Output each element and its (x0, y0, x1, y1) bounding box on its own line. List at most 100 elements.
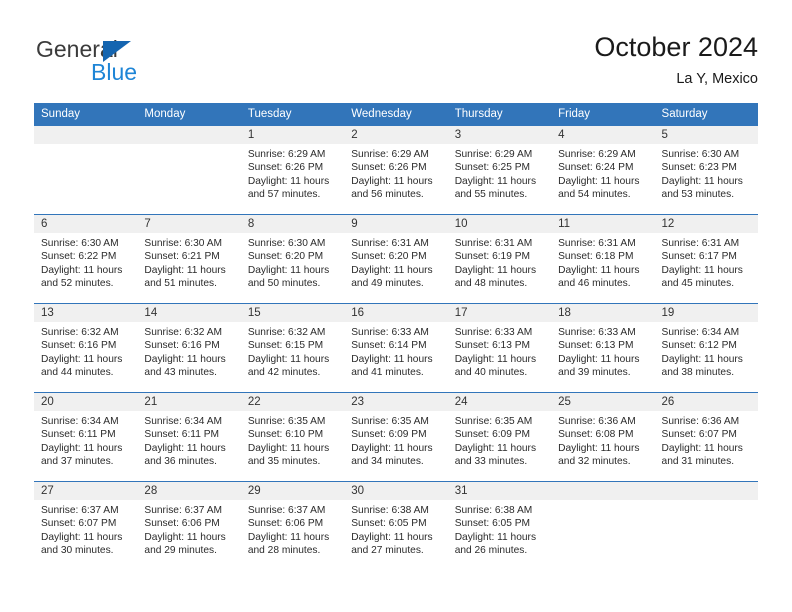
day-cell-details (34, 144, 137, 148)
day-number: 16 (344, 304, 448, 322)
day-cell[interactable]: 3 Sunrise: 6:29 AM Sunset: 6:25 PM Daylight… (447, 125, 552, 215)
day-detail-line: Sunrise: 6:34 AM (41, 416, 119, 427)
day-detail-line: and 53 minutes. (661, 189, 735, 201)
day-detail-line: Sunrise: 6:30 AM (661, 149, 740, 160)
day-cell[interactable]: 24 Sunrise: 6:35 AM Sunset: 6:09 PM Dayligh… (447, 392, 552, 482)
day-detail-line: Sunset: 6:15 PM (247, 340, 324, 352)
day-number: 22 (240, 393, 345, 411)
day-number: 23 (344, 393, 448, 411)
day-cell-details: Sunrise: 6:37 AM Sunset: 6:07 PM Daylight:… (34, 500, 137, 558)
day-detail-line: Sunrise: 6:35 AM (351, 416, 429, 427)
day-number: 24 (447, 393, 552, 411)
day-detail-line: Daylight: 11 hours (454, 442, 537, 454)
day-cell[interactable]: 10 Sunrise: 6:31 AM Sunset: 6:19 PM Dayligh… (447, 214, 552, 304)
day-cell-details: Sunrise: 6:34 AM Sunset: 6:11 PM Daylight:… (34, 411, 137, 469)
day-detail-line: Sunrise: 6:31 AM (661, 238, 740, 249)
day-cell[interactable]: 6 Sunrise: 6:30 AM Sunset: 6:22 PM Daylight… (34, 214, 138, 304)
day-detail-line: Sunrise: 6:33 AM (558, 327, 636, 338)
day-cell-details: Sunrise: 6:37 AM Sunset: 6:06 PM Daylight:… (137, 500, 240, 558)
day-detail-line: Sunset: 6:26 PM (247, 162, 324, 174)
calendar-page: General Blue October 2024 La Y, Mexico S… (0, 0, 792, 612)
day-cell[interactable]: 18 Sunrise: 6:33 AM Sunset: 6:13 PM Dayligh… (551, 303, 655, 393)
weekday-header-saturday: Saturday (654, 103, 758, 126)
day-cell[interactable]: 20 Sunrise: 6:34 AM Sunset: 6:11 PM Dayligh… (34, 392, 138, 482)
day-cell-details: Sunrise: 6:38 AM Sunset: 6:05 PM Daylight:… (344, 500, 447, 558)
day-cell[interactable]: 26 Sunrise: 6:36 AM Sunset: 6:07 PM Dayligh… (654, 392, 758, 482)
calendar-week-row: 20 Sunrise: 6:34 AM Sunset: 6:11 PM Dayligh… (34, 392, 758, 482)
day-detail-line: and 30 minutes. (41, 545, 114, 557)
day-cell-details: Sunrise: 6:35 AM Sunset: 6:09 PM Daylight:… (448, 411, 551, 469)
day-detail-line: Sunset: 6:24 PM (558, 162, 634, 174)
day-detail-line: Daylight: 11 hours (351, 353, 433, 365)
day-cell-details: Sunrise: 6:31 AM Sunset: 6:20 PM Daylight:… (344, 233, 447, 291)
day-cell-details: Sunrise: 6:34 AM Sunset: 6:11 PM Daylight:… (137, 411, 240, 469)
day-cell[interactable]: 1 Sunrise: 6:29 AM Sunset: 6:26 PM Daylight… (240, 125, 345, 215)
day-detail-line: Sunset: 6:19 PM (454, 251, 531, 263)
day-detail-line: Sunrise: 6:29 AM (454, 149, 533, 160)
day-cell[interactable]: 8 Sunrise: 6:30 AM Sunset: 6:20 PM Daylight… (240, 214, 345, 304)
day-cell[interactable]: 31 Sunrise: 6:38 AM Sunset: 6:05 PM Dayligh… (447, 481, 552, 571)
day-cell[interactable]: 27 Sunrise: 6:37 AM Sunset: 6:07 PM Dayligh… (34, 481, 138, 571)
page-title: October 2024 (594, 32, 758, 62)
day-cell[interactable]: 7 Sunrise: 6:30 AM Sunset: 6:21 PM Daylight… (137, 214, 241, 304)
day-detail-line: and 41 minutes. (351, 367, 424, 379)
day-detail-line: Daylight: 11 hours (144, 353, 226, 365)
day-cell[interactable]: 19 Sunrise: 6:34 AM Sunset: 6:12 PM Dayligh… (654, 303, 758, 393)
day-cell-details: Sunrise: 6:34 AM Sunset: 6:12 PM Daylight:… (655, 322, 758, 380)
day-cell[interactable]: 22 Sunrise: 6:35 AM Sunset: 6:10 PM Dayligh… (240, 392, 345, 482)
day-number: 26 (654, 393, 758, 411)
day-detail-line: and 31 minutes. (661, 456, 735, 468)
day-detail-line: Sunrise: 6:37 AM (144, 505, 223, 516)
day-cell[interactable]: 21 Sunrise: 6:34 AM Sunset: 6:11 PM Dayligh… (137, 392, 241, 482)
day-detail-line: Daylight: 11 hours (558, 442, 640, 454)
day-detail-line: Daylight: 11 hours (144, 264, 226, 276)
general-blue-logo[interactable]: General Blue (36, 36, 206, 88)
day-detail-line: Sunrise: 6:33 AM (454, 327, 533, 338)
day-detail-line: Daylight: 11 hours (454, 531, 537, 543)
day-cell-details: Sunrise: 6:30 AM Sunset: 6:23 PM Daylight:… (655, 144, 758, 202)
day-cell[interactable]: 28 Sunrise: 6:37 AM Sunset: 6:06 PM Dayligh… (137, 481, 241, 571)
day-cell-details (655, 500, 758, 504)
day-number: 29 (240, 482, 345, 500)
day-detail-line: Sunset: 6:22 PM (41, 251, 117, 263)
page-header: General Blue October 2024 La Y, Mexico (0, 0, 792, 103)
day-detail-line: Sunrise: 6:29 AM (351, 149, 429, 160)
day-detail-line: Sunrise: 6:30 AM (247, 238, 326, 249)
day-cell-details: Sunrise: 6:36 AM Sunset: 6:08 PM Daylight:… (551, 411, 654, 469)
day-detail-line: Sunset: 6:16 PM (144, 340, 220, 352)
day-cell[interactable]: 11 Sunrise: 6:31 AM Sunset: 6:18 PM Dayligh… (551, 214, 655, 304)
day-cell[interactable]: 14 Sunrise: 6:32 AM Sunset: 6:16 PM Dayligh… (137, 303, 241, 393)
day-cell[interactable]: 23 Sunrise: 6:35 AM Sunset: 6:09 PM Dayligh… (344, 392, 448, 482)
day-cell[interactable]: 12 Sunrise: 6:31 AM Sunset: 6:17 PM Dayligh… (654, 214, 758, 304)
day-cell[interactable]: 25 Sunrise: 6:36 AM Sunset: 6:08 PM Dayligh… (551, 392, 655, 482)
day-cell-details: Sunrise: 6:36 AM Sunset: 6:07 PM Daylight:… (655, 411, 758, 469)
day-detail-line: Sunrise: 6:32 AM (41, 327, 119, 338)
day-detail-line: Sunrise: 6:37 AM (247, 505, 326, 516)
day-cell-details: Sunrise: 6:38 AM Sunset: 6:05 PM Daylight:… (448, 500, 551, 558)
day-cell-empty (137, 125, 241, 215)
day-cell[interactable]: 15 Sunrise: 6:32 AM Sunset: 6:15 PM Dayligh… (240, 303, 345, 393)
day-number (654, 482, 758, 500)
day-cell[interactable]: 5 Sunrise: 6:30 AM Sunset: 6:23 PM Daylight… (654, 125, 758, 215)
day-cell[interactable]: 17 Sunrise: 6:33 AM Sunset: 6:13 PM Dayligh… (447, 303, 552, 393)
day-cell[interactable]: 16 Sunrise: 6:33 AM Sunset: 6:14 PM Dayligh… (344, 303, 448, 393)
day-detail-line: Sunset: 6:06 PM (247, 518, 324, 530)
day-detail-line: and 51 minutes. (144, 278, 217, 290)
day-detail-line: and 48 minutes. (454, 278, 528, 290)
day-cell[interactable]: 2 Sunrise: 6:29 AM Sunset: 6:26 PM Daylight… (344, 125, 448, 215)
day-cell-details: Sunrise: 6:32 AM Sunset: 6:15 PM Daylight:… (241, 322, 344, 380)
day-cell[interactable]: 29 Sunrise: 6:37 AM Sunset: 6:06 PM Dayligh… (240, 481, 345, 571)
day-detail-line: Sunset: 6:13 PM (454, 340, 531, 352)
day-detail-line: and 43 minutes. (144, 367, 217, 379)
day-detail-line: Sunrise: 6:35 AM (247, 416, 326, 427)
day-detail-line: and 52 minutes. (41, 278, 114, 290)
day-cell[interactable]: 4 Sunrise: 6:29 AM Sunset: 6:24 PM Daylight… (551, 125, 655, 215)
day-cell-details: Sunrise: 6:31 AM Sunset: 6:17 PM Daylight:… (655, 233, 758, 291)
day-number: 7 (137, 215, 241, 233)
day-cell[interactable]: 9 Sunrise: 6:31 AM Sunset: 6:20 PM Daylight… (344, 214, 448, 304)
day-detail-line: Sunrise: 6:35 AM (454, 416, 533, 427)
day-detail-line: Daylight: 11 hours (41, 531, 123, 543)
day-cell[interactable]: 30 Sunrise: 6:38 AM Sunset: 6:05 PM Dayligh… (344, 481, 448, 571)
day-detail-line: Daylight: 11 hours (351, 442, 433, 454)
day-cell[interactable]: 13 Sunrise: 6:32 AM Sunset: 6:16 PM Dayligh… (34, 303, 138, 393)
